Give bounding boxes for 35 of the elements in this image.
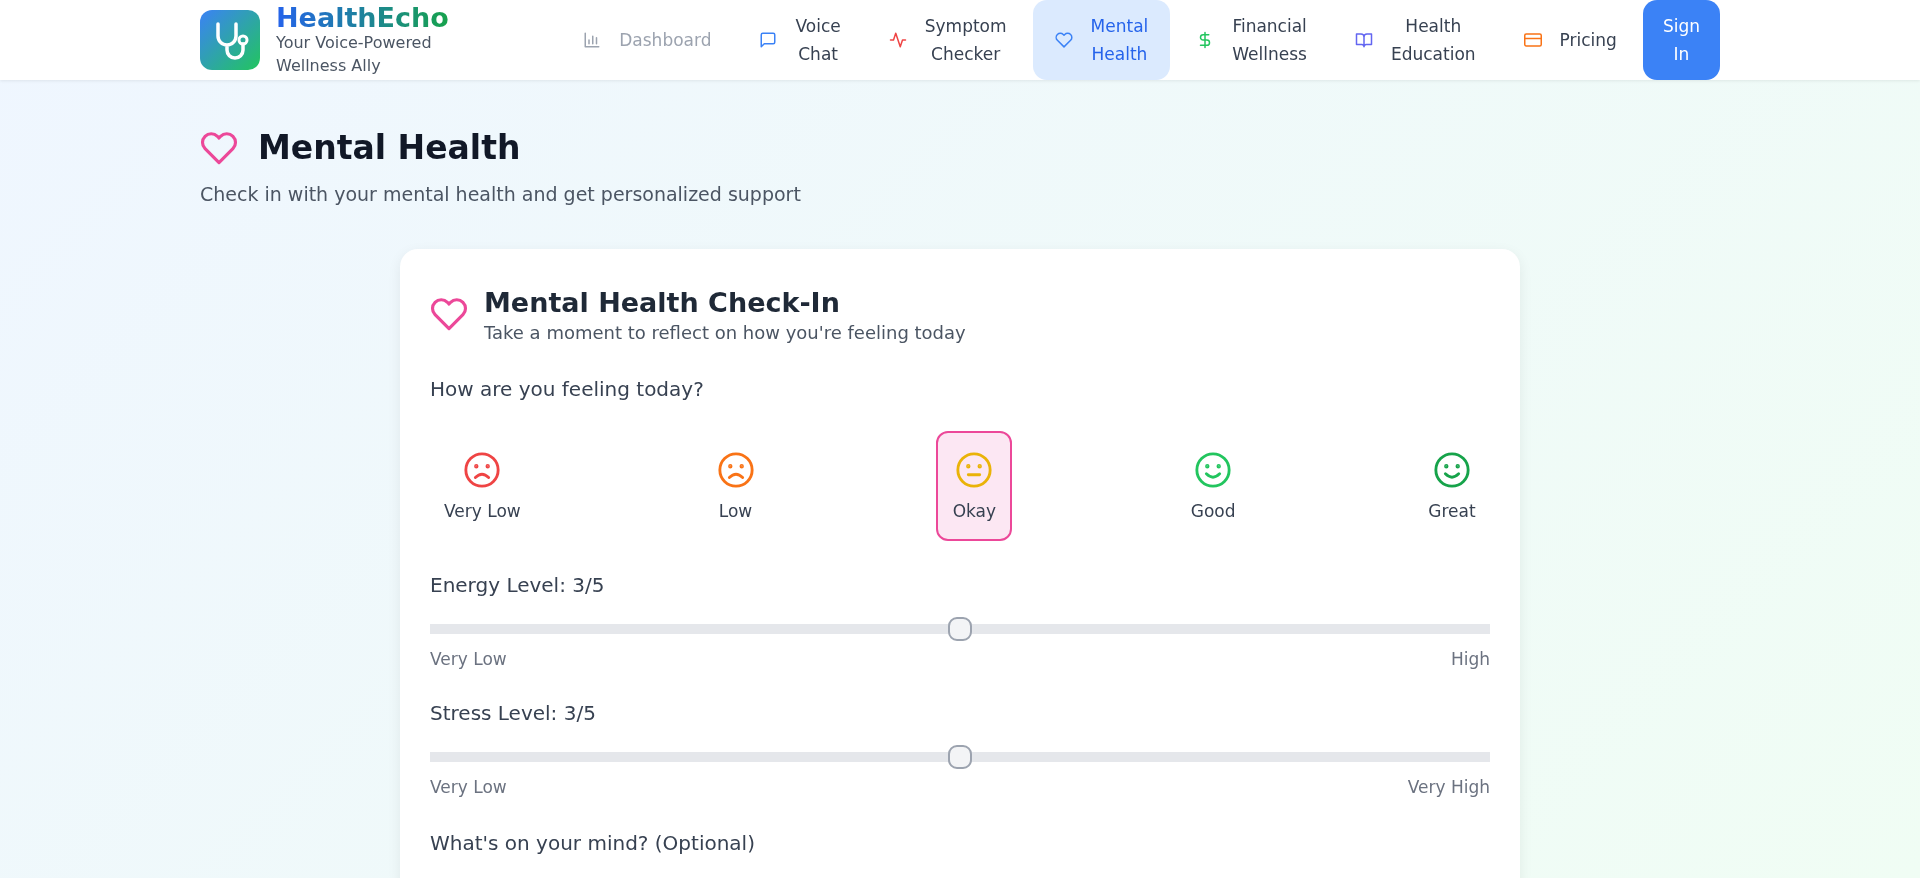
slider-label: Stress Level: 3/5	[430, 701, 597, 725]
credit-card-icon	[1523, 31, 1542, 49]
nav-tab[interactable]: Pricing	[1501, 0, 1639, 80]
heart-icon	[430, 295, 468, 333]
page-title: Mental Health	[258, 128, 521, 167]
mood-question: How are you feeling today?	[430, 377, 705, 401]
mood-option[interactable]: Very Low	[430, 431, 535, 541]
stethoscope-logo-icon[interactable]	[200, 10, 260, 70]
slider-thumb[interactable]	[948, 617, 972, 641]
mood-option[interactable]: Good	[1175, 431, 1252, 541]
slider-max-label: Very High	[1407, 777, 1490, 797]
nav-tab[interactable]: Financial Wellness	[1174, 0, 1329, 80]
nav-tab[interactable]: Symptom Checker	[866, 0, 1029, 80]
slider-max-label: High	[1450, 649, 1490, 669]
sign-in-button[interactable]: Sign In	[1642, 0, 1720, 80]
mood-option[interactable]: Okay	[936, 431, 1013, 541]
heart-icon	[1054, 31, 1073, 49]
nav-tab[interactable]: Mental Health	[1032, 0, 1171, 80]
pulse-icon	[888, 31, 907, 49]
brand-tagline: Your Voice-Powered Wellness Ally	[276, 32, 433, 77]
mood-option[interactable]: Great	[1413, 431, 1490, 541]
nav-tab[interactable]: Health Education	[1332, 0, 1498, 80]
chat-bubble-icon	[759, 31, 778, 49]
page-subtitle: Check in with your mental health and get personalized support	[200, 183, 802, 205]
bar-chart-icon	[583, 31, 602, 49]
slider-label: Energy Level: 3/5	[430, 573, 606, 597]
notes-label: What's on your mind? (Optional)	[430, 831, 756, 855]
nav-tab[interactable]: Voice Chat	[737, 0, 863, 80]
card-title: Mental Health Check-In	[484, 287, 841, 318]
slider-thumb[interactable]	[948, 745, 972, 769]
book-icon	[1354, 31, 1373, 49]
card-subtitle: Take a moment to reflect on how you're feeling today	[484, 322, 966, 343]
slider-min-label: Very Low	[430, 649, 507, 669]
slider-min-label: Very Low	[430, 777, 507, 797]
mood-option[interactable]: Low	[697, 431, 774, 541]
